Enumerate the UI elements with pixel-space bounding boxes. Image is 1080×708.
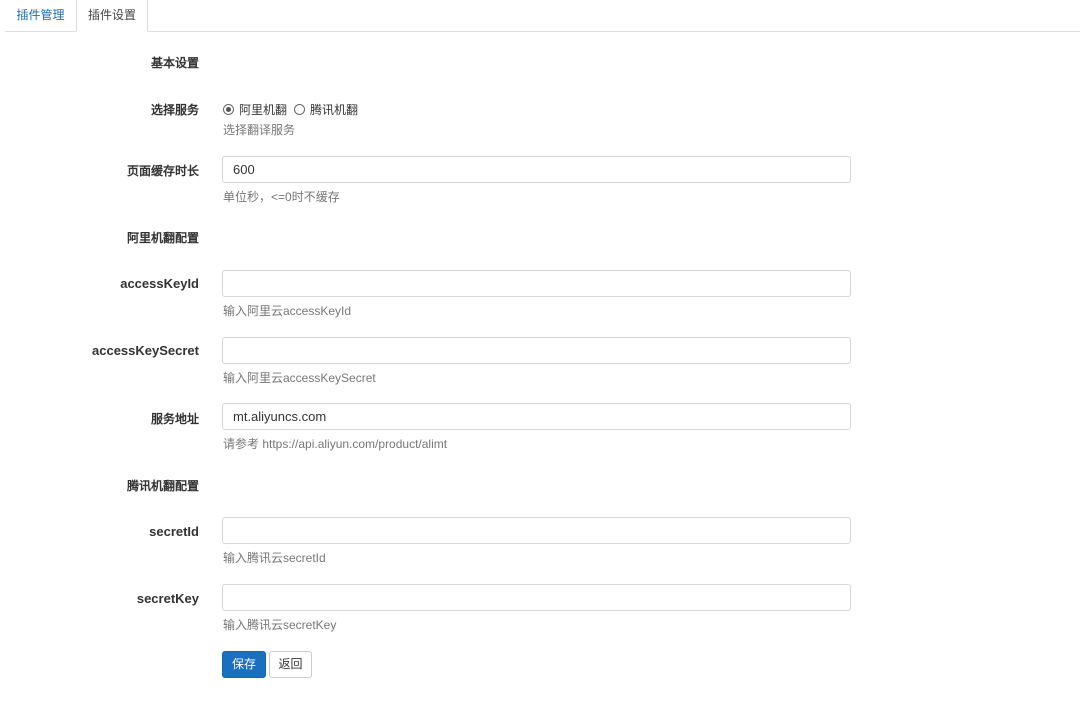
radio-aliyun[interactable]: 阿里机翻: [223, 101, 287, 118]
radio-checked-icon: [223, 104, 234, 115]
service-address-label: 服务地址: [150, 412, 199, 426]
radio-aliyun-label: 阿里机翻: [239, 103, 288, 117]
back-button[interactable]: 返回: [269, 651, 312, 678]
radio-tencent-label: 腾讯机翻: [310, 103, 359, 117]
access-key-id-input[interactable]: [222, 270, 851, 297]
service-label: 选择服务: [150, 103, 199, 117]
section-ali-config: 阿里机翻配置: [126, 231, 199, 245]
secret-key-label: secretKey: [136, 591, 199, 606]
secret-key-help: 输入腾讯云secretKey: [223, 618, 337, 632]
radio-tencent[interactable]: 腾讯机翻: [294, 101, 358, 118]
tab-plugin-settings[interactable]: 插件设置: [76, 0, 148, 32]
save-button[interactable]: 保存: [222, 651, 266, 678]
tab-bar: 插件管理 插件设置: [5, 0, 1080, 32]
access-key-secret-input[interactable]: [222, 337, 851, 364]
access-key-id-help: 输入阿里云accessKeyId: [223, 304, 352, 318]
access-key-id-label: accessKeyId: [120, 276, 199, 291]
secret-key-input[interactable]: [222, 584, 851, 611]
secret-id-input[interactable]: [222, 517, 851, 544]
cache-duration-input[interactable]: [222, 156, 851, 183]
service-address-input[interactable]: [222, 403, 851, 430]
section-tencent-config: 腾讯机翻配置: [126, 479, 199, 493]
access-key-secret-label: accessKeySecret: [92, 343, 199, 358]
cache-duration-help: 单位秒，<=0时不缓存: [223, 190, 340, 204]
secret-id-help: 输入腾讯云secretId: [223, 551, 326, 565]
tab-plugin-management[interactable]: 插件管理: [5, 0, 76, 31]
service-help: 选择翻译服务: [223, 123, 296, 137]
secret-id-label: secretId: [149, 524, 199, 539]
section-basic-settings: 基本设置: [150, 56, 199, 70]
radio-unchecked-icon: [294, 104, 305, 115]
service-address-help: 请参考 https://api.aliyun.com/product/alimt: [223, 437, 448, 451]
access-key-secret-help: 输入阿里云accessKeySecret: [223, 371, 376, 385]
cache-duration-label: 页面缓存时长: [126, 164, 199, 178]
